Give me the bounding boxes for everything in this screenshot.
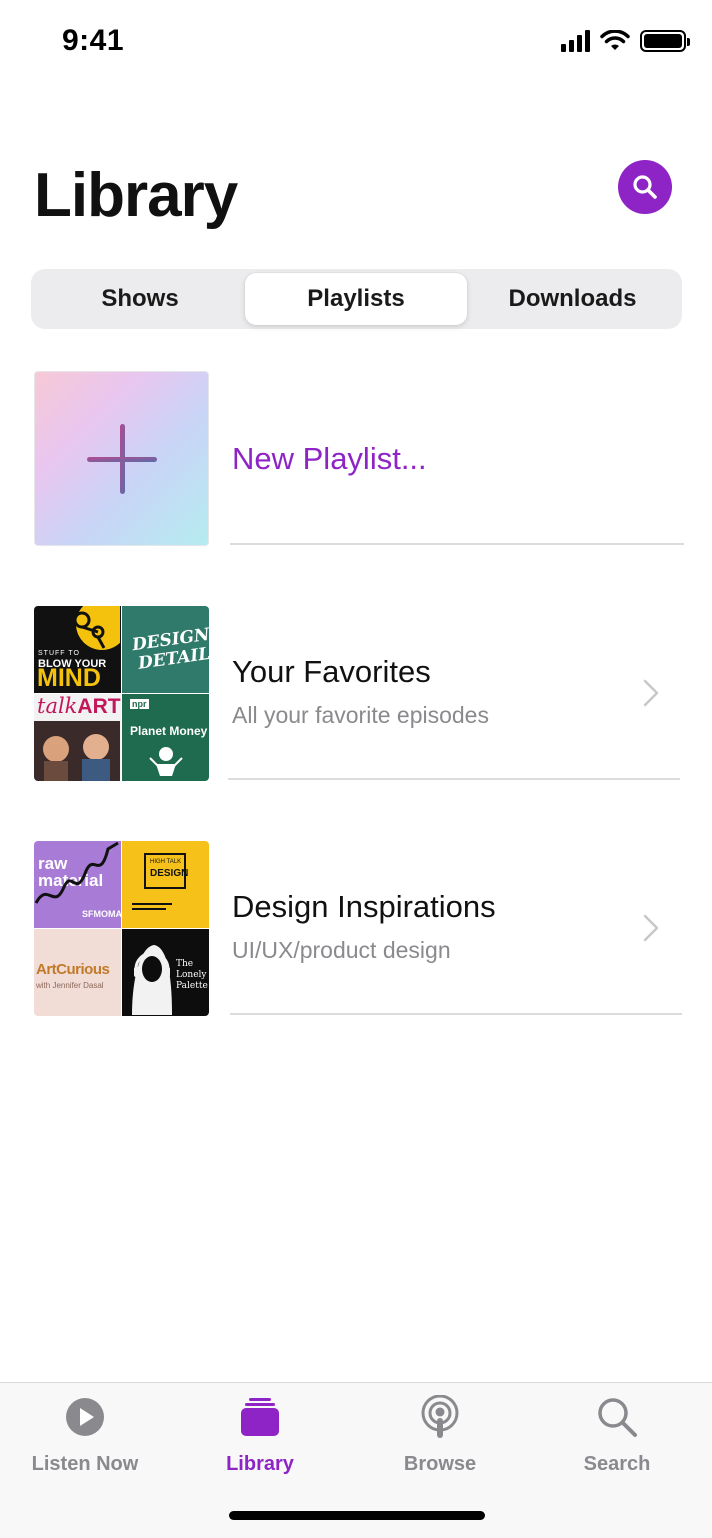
playlist-row-design-inspirations[interactable]: raw material SFMOMA HIGH TALK DESIGN Art… bbox=[34, 841, 684, 1016]
tab-library[interactable]: Library bbox=[171, 1395, 349, 1485]
new-playlist-artwork bbox=[34, 371, 209, 546]
search-icon bbox=[633, 175, 657, 199]
page-title: Library bbox=[34, 161, 238, 230]
segment-playlists[interactable]: Playlists bbox=[245, 273, 467, 325]
playlist-row-your-favorites[interactable]: STUFF TO BLOW YOUR MIND DESIGN DETAILS t… bbox=[34, 606, 684, 781]
status-time: 9:41 bbox=[62, 24, 125, 57]
artwork-tile-high-talk-design: HIGH TALK DESIGN bbox=[122, 841, 209, 928]
new-playlist-row[interactable]: New Playlist... bbox=[34, 371, 684, 546]
row-divider bbox=[230, 543, 684, 545]
playlist-title: Design Inspirations bbox=[232, 889, 496, 924]
library-stack-icon bbox=[241, 1398, 279, 1436]
library-segmented-control: Shows Playlists Downloads bbox=[31, 269, 682, 329]
row-divider bbox=[230, 1013, 682, 1015]
row-divider bbox=[228, 778, 680, 780]
status-bar: 9:41 bbox=[0, 0, 712, 90]
segment-downloads[interactable]: Downloads bbox=[467, 273, 678, 325]
tab-search[interactable]: Search bbox=[528, 1395, 706, 1485]
chevron-right-icon bbox=[643, 914, 659, 942]
tab-label: Library bbox=[226, 1453, 294, 1475]
cellular-signal-icon bbox=[561, 30, 590, 52]
play-circle-icon bbox=[66, 1398, 104, 1436]
artwork-tile-design-details: DESIGN DETAILS bbox=[122, 606, 209, 693]
playlist-title: Your Favorites bbox=[232, 654, 431, 689]
status-icons bbox=[561, 30, 690, 52]
wifi-icon bbox=[600, 30, 630, 50]
your-favorites-artwork: STUFF TO BLOW YOUR MIND DESIGN DETAILS t… bbox=[34, 606, 209, 781]
new-playlist-label: New Playlist... bbox=[232, 441, 427, 476]
tab-browse[interactable]: Browse bbox=[351, 1395, 529, 1485]
tab-label: Search bbox=[583, 1453, 651, 1475]
artwork-tile-the-lonely-palette: The Lonely Palette bbox=[122, 929, 209, 1016]
podcast-icon bbox=[421, 1395, 459, 1438]
tab-listen-now[interactable]: Listen Now bbox=[0, 1395, 174, 1485]
plus-icon bbox=[87, 424, 157, 494]
tab-label: Listen Now bbox=[31, 1453, 139, 1475]
artwork-tile-stuff-to-blow-your-mind: STUFF TO BLOW YOUR MIND bbox=[34, 606, 121, 693]
tab-label: Browse bbox=[403, 1453, 477, 1475]
segment-shows[interactable]: Shows bbox=[35, 273, 245, 325]
design-inspirations-artwork: raw material SFMOMA HIGH TALK DESIGN Art… bbox=[34, 841, 209, 1016]
playlist-subtitle: All your favorite episodes bbox=[232, 702, 489, 728]
search-button[interactable] bbox=[618, 160, 672, 214]
chevron-right-icon bbox=[643, 679, 659, 707]
artwork-tile-talk-art: talkART bbox=[34, 694, 121, 781]
magnifier-icon bbox=[598, 1398, 637, 1437]
artwork-tile-artcurious: ArtCurious with Jennifer Dasal bbox=[34, 929, 121, 1016]
home-indicator[interactable] bbox=[229, 1511, 485, 1520]
battery-icon bbox=[640, 30, 690, 52]
artwork-tile-raw-material: raw material SFMOMA bbox=[34, 841, 121, 928]
artwork-tile-planet-money: npr Planet Money bbox=[122, 694, 209, 781]
playlist-subtitle: UI/UX/product design bbox=[232, 937, 451, 963]
